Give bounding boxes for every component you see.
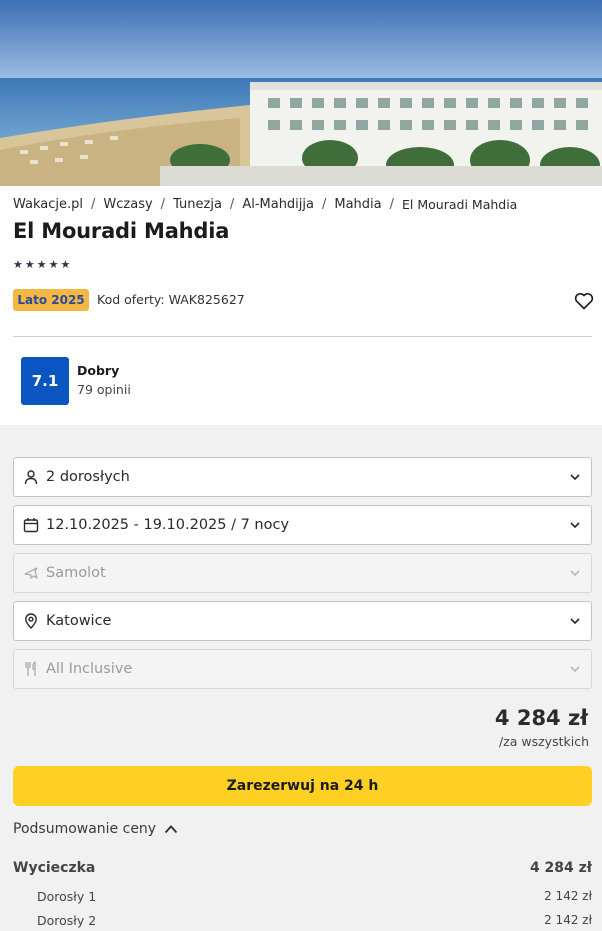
- board-value: All Inclusive: [46, 661, 133, 677]
- breadcrumb-item-current: El Mouradi Mahdia: [402, 197, 518, 212]
- chevron-down-icon: [570, 522, 580, 529]
- star-icon: ★: [24, 258, 35, 271]
- chevron-down-icon: [570, 570, 580, 577]
- star-icon: ★: [48, 258, 59, 271]
- calendar-icon: [23, 518, 39, 533]
- breadcrumb-item-city[interactable]: Mahdia: [334, 197, 381, 212]
- location-pin-icon: [25, 613, 37, 629]
- price-line-value: 2 142 zł: [544, 913, 592, 927]
- breadcrumb-separator: /: [91, 197, 96, 212]
- breadcrumb: Wakacje.pl / Wczasy / Tunezja / Al-Mahdi…: [13, 197, 517, 212]
- trip-value: 4 284 zł: [529, 860, 592, 876]
- hotel-title: El Mouradi Mahdia: [13, 219, 230, 243]
- chevron-down-icon: [570, 618, 580, 625]
- departure-value: Katowice: [46, 613, 112, 629]
- breadcrumb-separator: /: [160, 197, 166, 212]
- breadcrumb-item-home[interactable]: Wakacje.pl: [13, 197, 83, 212]
- chevron-up-icon: [164, 825, 178, 834]
- star-icon: ★: [13, 258, 23, 271]
- breadcrumb-separator: /: [389, 197, 395, 212]
- heart-icon[interactable]: [574, 292, 594, 310]
- total-price: 4 284 zł: [494, 706, 588, 730]
- dates-select[interactable]: 12.10.2025 - 19.10.2025 / 7 nocy: [13, 505, 592, 545]
- price-summary-label: Podsumowanie ceny: [13, 821, 157, 837]
- price-line-label: Dorosły 2: [37, 913, 97, 928]
- travelers-select[interactable]: 2 dorosłych: [13, 457, 592, 497]
- breadcrumb-separator: /: [321, 197, 327, 212]
- board-select: All Inclusive: [13, 649, 592, 689]
- price-line-value: 2 142 zł: [544, 889, 592, 903]
- chevron-down-icon: [570, 474, 580, 481]
- star-icon: ★: [60, 258, 71, 271]
- travelers-value: 2 dorosłych: [46, 469, 130, 485]
- price-summary-toggle[interactable]: Podsumowanie ceny: [13, 821, 178, 837]
- dates-value: 12.10.2025 - 19.10.2025 / 7 nocy: [46, 517, 290, 533]
- trip-label: Wycieczka: [13, 860, 96, 876]
- price-note: /za wszystkich: [498, 734, 589, 749]
- plane-icon: [24, 567, 38, 579]
- chevron-down-icon: [570, 666, 580, 673]
- cutlery-icon: [25, 661, 36, 676]
- breadcrumb-item-wczasy[interactable]: Wczasy: [103, 197, 152, 212]
- rating-label: Dobry: [77, 363, 120, 378]
- offer-code: Kod oferty: WAK825627: [97, 292, 245, 307]
- departure-select[interactable]: Katowice: [13, 601, 592, 641]
- breadcrumb-item-country[interactable]: Tunezja: [173, 197, 222, 212]
- breadcrumb-item-region[interactable]: Al-Mahdijja: [242, 197, 314, 212]
- hotel-stars: ★ ★ ★ ★ ★: [13, 258, 70, 272]
- book-button[interactable]: Zarezerwuj na 24 h: [13, 766, 592, 806]
- transport-value: Samolot: [46, 565, 106, 581]
- person-icon: [24, 470, 38, 485]
- star-icon: ★: [36, 258, 47, 271]
- divider: [13, 336, 592, 337]
- transport-select: Samolot: [13, 553, 592, 593]
- rating-score[interactable]: 7.1: [21, 357, 69, 405]
- breadcrumb-separator: /: [229, 197, 235, 212]
- price-line-label: Dorosły 1: [37, 889, 97, 904]
- review-count-link[interactable]: 79 opinii: [77, 382, 131, 397]
- hotel-photo[interactable]: [0, 0, 602, 186]
- season-badge: Lato 2025: [13, 289, 89, 311]
